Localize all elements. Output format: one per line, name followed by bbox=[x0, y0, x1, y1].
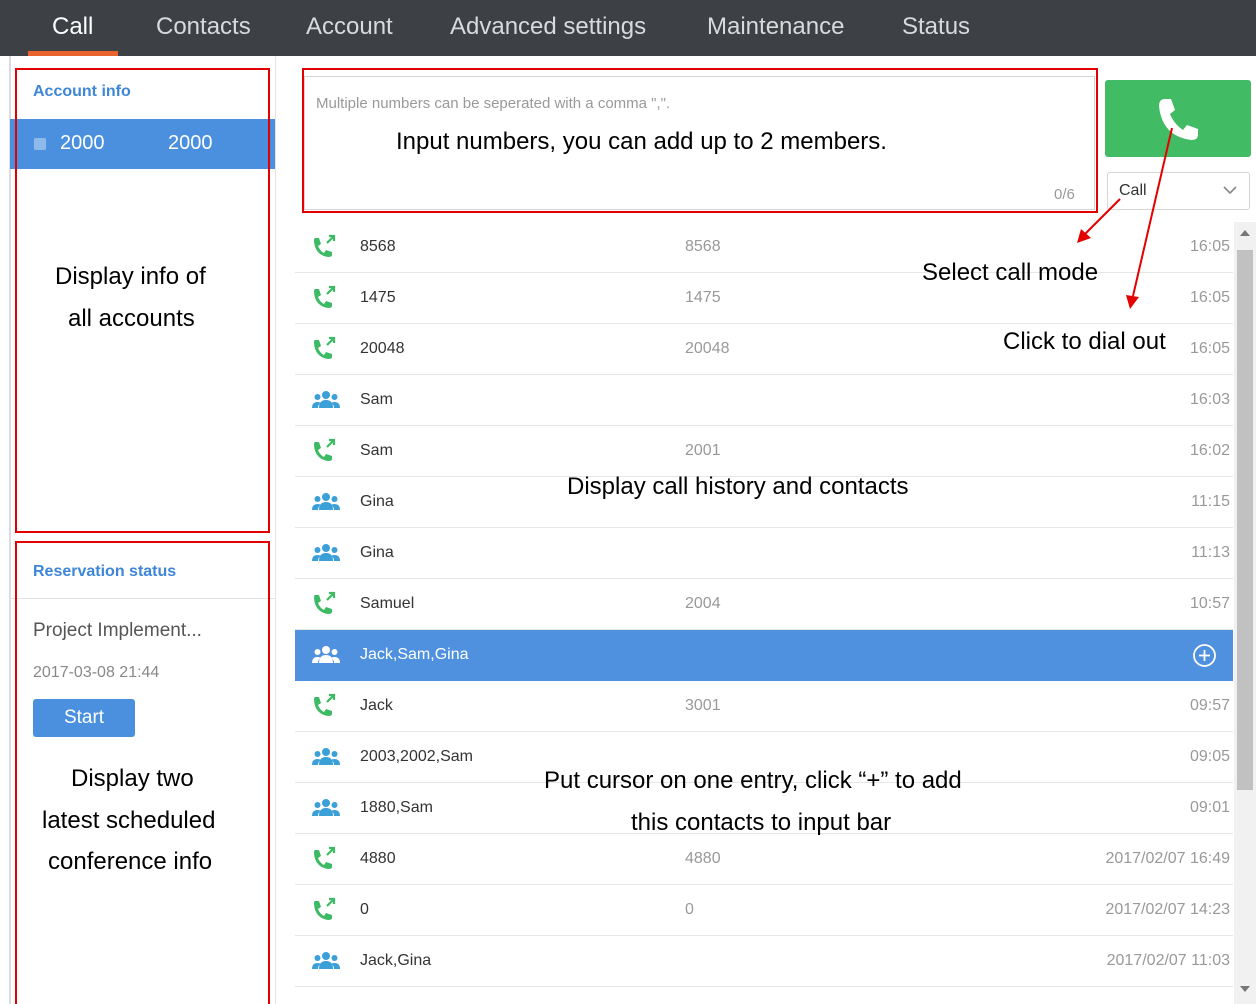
history-time: 16:02 bbox=[1189, 442, 1230, 459]
history-time: 2017/02/07 14:23 bbox=[1105, 901, 1230, 918]
history-name: Gina bbox=[360, 493, 394, 510]
history-time: 09:57 bbox=[1189, 697, 1230, 714]
history-number: 2004 bbox=[685, 595, 721, 612]
dial-button[interactable] bbox=[1105, 80, 1251, 157]
scroll-down-icon[interactable] bbox=[1240, 986, 1250, 992]
phone-icon bbox=[1159, 99, 1198, 140]
history-time: 11:15 bbox=[1191, 493, 1230, 510]
history-name: 1880,Sam bbox=[360, 799, 433, 816]
tab-call[interactable]: Call bbox=[52, 13, 93, 41]
history-row[interactable]: Sam 16:03 bbox=[295, 375, 1233, 426]
history-row[interactable]: Jack 3001 09:57 bbox=[295, 681, 1233, 732]
plus-circle-icon[interactable] bbox=[1192, 643, 1217, 668]
history-name: Jack,Gina bbox=[360, 952, 432, 969]
history-row[interactable]: Gina 11:13 bbox=[295, 528, 1233, 579]
history-name: 0 bbox=[360, 901, 369, 918]
tab-contacts[interactable]: Contacts bbox=[156, 13, 251, 41]
group-icon bbox=[312, 952, 340, 969]
history-time: 10:57 bbox=[1189, 595, 1230, 612]
phone-icon bbox=[314, 336, 336, 359]
group-icon bbox=[312, 748, 340, 765]
phone-icon bbox=[314, 846, 336, 869]
history-name: 2003,2002,Sam bbox=[360, 748, 473, 765]
accounts-hint-line-1: Display info of bbox=[55, 263, 206, 290]
group-icon bbox=[312, 646, 340, 663]
call-mode-hint-annotation: Select call mode bbox=[922, 259, 1099, 286]
scroll-up-icon[interactable] bbox=[1240, 230, 1250, 236]
phone-icon bbox=[314, 897, 336, 920]
tab-status[interactable]: Status bbox=[902, 13, 970, 41]
history-number: 2001 bbox=[685, 442, 721, 459]
group-icon bbox=[312, 391, 340, 408]
history-time: 16:05 bbox=[1189, 238, 1230, 255]
phone-icon bbox=[314, 438, 336, 461]
tab-account[interactable]: Account bbox=[306, 13, 393, 41]
group-icon bbox=[312, 493, 340, 510]
reservation-hint-line-1: Display two bbox=[71, 765, 194, 792]
history-name: 4880 bbox=[360, 850, 396, 867]
history-row-selected[interactable]: Jack,Sam,Gina bbox=[295, 630, 1233, 681]
reservation-hint-line-2: latest scheduled bbox=[42, 807, 216, 834]
history-name: Jack,Sam,Gina bbox=[360, 646, 469, 663]
history-scrollbar[interactable] bbox=[1234, 222, 1256, 1004]
history-number: 3001 bbox=[685, 697, 721, 714]
history-name: 1475 bbox=[360, 289, 396, 306]
history-time: 2017/02/07 16:49 bbox=[1105, 850, 1230, 867]
history-number: 4880 bbox=[685, 850, 721, 867]
phone-icon bbox=[314, 234, 336, 257]
accounts-hint-line-2: all accounts bbox=[68, 305, 195, 332]
history-name: Sam bbox=[360, 442, 393, 459]
history-number: 8568 bbox=[685, 238, 721, 255]
history-time: 16:05 bbox=[1189, 340, 1230, 357]
history-row[interactable]: 0 0 2017/02/07 14:23 bbox=[295, 885, 1233, 936]
phone-icon bbox=[314, 693, 336, 716]
call-mode-select[interactable]: Call bbox=[1107, 172, 1250, 210]
history-time: 16:03 bbox=[1189, 391, 1230, 408]
history-time: 11:13 bbox=[1191, 544, 1230, 561]
dial-hint-annotation: Click to dial out bbox=[1003, 328, 1166, 355]
history-name: Gina bbox=[360, 544, 394, 561]
history-number: 0 bbox=[685, 901, 694, 918]
history-name: Samuel bbox=[360, 595, 415, 612]
add-hint-line-2: this contacts to input bar bbox=[631, 809, 892, 836]
history-name: Sam bbox=[360, 391, 393, 408]
history-row[interactable]: Samuel 2004 10:57 bbox=[295, 579, 1233, 630]
tab-advanced-settings[interactable]: Advanced settings bbox=[450, 13, 646, 41]
history-name: Jack bbox=[360, 697, 393, 714]
history-row[interactable]: Jack,Gina 2017/02/07 11:03 bbox=[295, 936, 1233, 987]
history-time: 16:05 bbox=[1189, 289, 1230, 306]
call-mode-value: Call bbox=[1119, 182, 1147, 199]
top-navigation: Call Contacts Account Advanced settings … bbox=[0, 0, 1256, 56]
history-time: 09:01 bbox=[1189, 799, 1230, 816]
phone-icon bbox=[314, 285, 336, 308]
history-number: 1475 bbox=[685, 289, 721, 306]
input-hint-annotation: Input numbers, you can add up to 2 membe… bbox=[396, 128, 887, 155]
reservation-hint-line-3: conference info bbox=[48, 848, 213, 875]
scrollbar-thumb[interactable] bbox=[1237, 250, 1253, 790]
phone-icon bbox=[314, 591, 336, 614]
history-time: 09:05 bbox=[1189, 748, 1230, 765]
history-number: 20048 bbox=[685, 340, 730, 357]
history-hint-annotation: Display call history and contacts bbox=[567, 473, 909, 500]
history-name: 20048 bbox=[360, 340, 405, 357]
chevron-down-icon bbox=[1223, 186, 1237, 195]
history-time: 2017/02/07 11:03 bbox=[1106, 952, 1230, 969]
add-hint-line-1: Put cursor on one entry, click “+” to ad… bbox=[544, 767, 962, 794]
history-name: 8568 bbox=[360, 238, 396, 255]
group-icon bbox=[312, 544, 340, 561]
group-icon bbox=[312, 799, 340, 816]
tab-maintenance[interactable]: Maintenance bbox=[707, 13, 844, 41]
